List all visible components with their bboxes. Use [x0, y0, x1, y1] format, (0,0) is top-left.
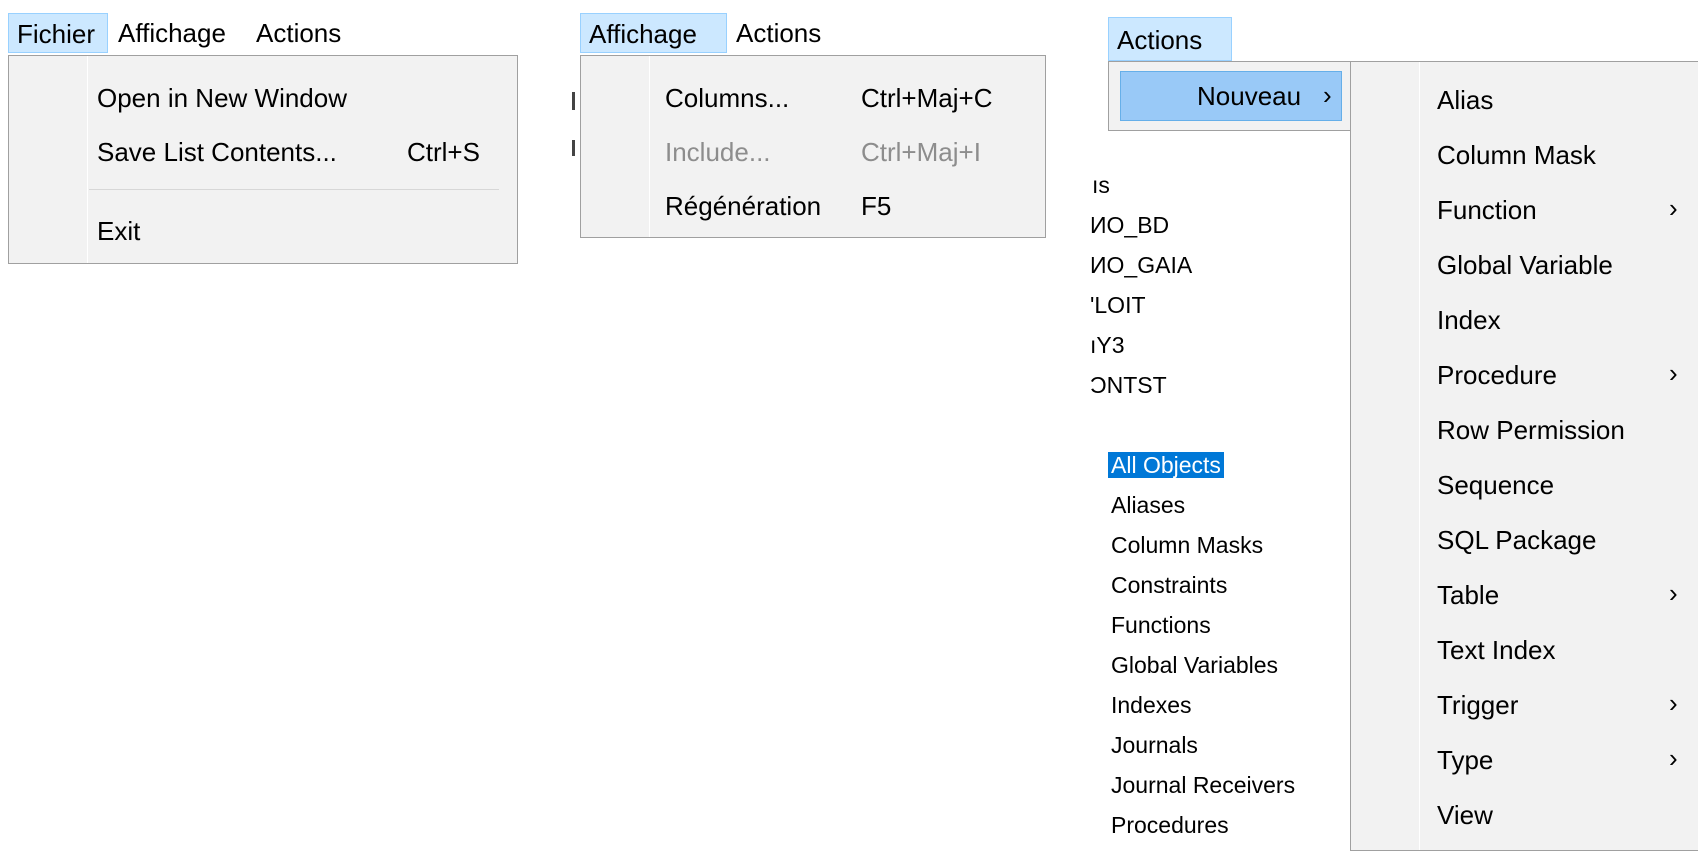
chevron-right-icon: › [1669, 193, 1678, 223]
submenu-item-label: Row Permission [1437, 415, 1625, 445]
menu-separator [89, 189, 499, 190]
submenu-item-index[interactable]: Index [1437, 300, 1501, 340]
menu-item-label: Save List Contents... [97, 137, 337, 167]
submenu-item-sql-package[interactable]: SQL Package [1437, 520, 1596, 560]
menubar-actions-label: Actions [1117, 25, 1203, 55]
submenu-item-label: Sequence [1437, 470, 1555, 500]
menu-item-label: Open in New Window [97, 83, 347, 113]
submenu-item-alias[interactable]: Alias [1437, 80, 1493, 120]
background-fragment: ıs [1092, 172, 1110, 198]
background-fragment: ƆNTST [1090, 372, 1167, 398]
chevron-right-icon: › [1669, 688, 1678, 718]
background-fragment: ИO_GAIA [1090, 252, 1193, 278]
list-item[interactable]: Procedures [1111, 808, 1229, 842]
submenu-item-label: Index [1437, 305, 1501, 335]
menubar-actions[interactable]: Actions [248, 13, 349, 53]
menubar-affichage[interactable]: Affichage [110, 13, 234, 53]
menubar-fichier-label: Fichier [17, 19, 96, 49]
list-item-all-objects[interactable]: All Objects [1108, 448, 1224, 482]
submenu-item-label: Global Variable [1437, 250, 1613, 280]
submenu-item-trigger[interactable]: Trigger [1437, 685, 1518, 725]
submenu-item-label: SQL Package [1437, 525, 1597, 555]
menubar-fichier[interactable]: Fichier [8, 13, 108, 53]
submenu-item-label: Alias [1437, 85, 1494, 115]
fichier-dropdown: Open in New Window Save List Contents...… [8, 55, 518, 264]
menu-item-exit[interactable]: Exit [97, 211, 140, 251]
menu-item-regeneration[interactable]: Régénération [665, 186, 821, 226]
background-fragment: ИO_BD [1090, 212, 1170, 238]
menubar-affichage-label: Affichage [589, 19, 697, 49]
list-item[interactable]: Aliases [1111, 488, 1185, 522]
chevron-right-icon: › [1323, 80, 1332, 110]
nouveau-submenu: Alias Column Mask Function › Global Vari… [1350, 61, 1698, 851]
list-item[interactable]: Indexes [1111, 688, 1192, 722]
submenu-item-label: View [1437, 800, 1493, 830]
submenu-item-global-variable[interactable]: Global Variable [1437, 245, 1613, 285]
menu-item-label: Columns... [665, 83, 790, 113]
shortcut-ctrl-s: Ctrl+S [407, 137, 480, 167]
shortcut-ctrl-maj-i: Ctrl+Maj+I [861, 137, 981, 167]
submenu-item-procedure[interactable]: Procedure [1437, 355, 1557, 395]
list-item[interactable]: Functions [1111, 608, 1211, 642]
submenu-item-label: Function [1437, 195, 1537, 225]
menu-item-label: Exit [97, 216, 141, 246]
submenu-item-column-mask[interactable]: Column Mask [1437, 135, 1596, 175]
list-item[interactable]: Journals [1111, 728, 1198, 762]
affichage-dropdown: Columns... Ctrl+Maj+C Include... Ctrl+Ma… [580, 55, 1046, 238]
submenu-item-label: Table [1437, 580, 1500, 610]
menu-item-open-new-window[interactable]: Open in New Window [97, 78, 347, 118]
submenu-item-table[interactable]: Table [1437, 575, 1499, 615]
list-item-label: All Objects [1108, 452, 1224, 478]
submenu-item-sequence[interactable]: Sequence [1437, 465, 1554, 505]
menubar-actions-label: Actions [256, 18, 342, 48]
shortcut-f5: F5 [861, 191, 892, 221]
menu-item-label: Include... [665, 137, 771, 167]
menubar-actions[interactable]: Actions [1108, 17, 1232, 61]
list-item[interactable]: Global Variables [1111, 648, 1278, 682]
background-fragment: ıY3 [1090, 332, 1125, 358]
submenu-item-function[interactable]: Function [1437, 190, 1537, 230]
chevron-right-icon: › [1669, 578, 1678, 608]
background-fragment [572, 140, 575, 156]
submenu-item-label: Procedure [1437, 360, 1557, 390]
menubar-affichage-label: Affichage [118, 18, 226, 48]
list-item[interactable]: Journal Receivers [1111, 768, 1295, 802]
background-fragment: 'LOIT [1090, 292, 1146, 318]
menu-item-include[interactable]: Include... [665, 132, 771, 172]
submenu-item-text-index[interactable]: Text Index [1437, 630, 1556, 670]
submenu-item-type[interactable]: Type [1437, 740, 1493, 780]
menu-item-columns[interactable]: Columns... [665, 78, 789, 118]
submenu-item-label: Trigger [1437, 690, 1519, 720]
submenu-item-row-permission[interactable]: Row Permission [1437, 410, 1625, 450]
chevron-right-icon: › [1669, 358, 1678, 388]
menu-item-label: Régénération [665, 191, 822, 221]
actions-dropdown: Nouveau › [1108, 61, 1352, 131]
submenu-item-label: Column Mask [1437, 140, 1596, 170]
submenu-item-view[interactable]: View [1437, 795, 1493, 835]
menu-item-nouveau-label: Nouveau [1197, 81, 1302, 111]
list-item[interactable]: Column Masks [1111, 528, 1263, 562]
background-fragment [572, 92, 575, 110]
shortcut-ctrl-maj-c: Ctrl+Maj+C [861, 83, 993, 113]
menubar-actions-label: Actions [736, 18, 822, 48]
menubar-affichage[interactable]: Affichage [580, 13, 727, 53]
submenu-item-label: Type [1437, 745, 1494, 775]
list-item[interactable]: Constraints [1111, 568, 1227, 602]
menubar-actions[interactable]: Actions [728, 13, 829, 53]
submenu-item-label: Text Index [1437, 635, 1556, 665]
menu-item-save-list[interactable]: Save List Contents... [97, 132, 337, 172]
chevron-right-icon: › [1669, 743, 1678, 773]
